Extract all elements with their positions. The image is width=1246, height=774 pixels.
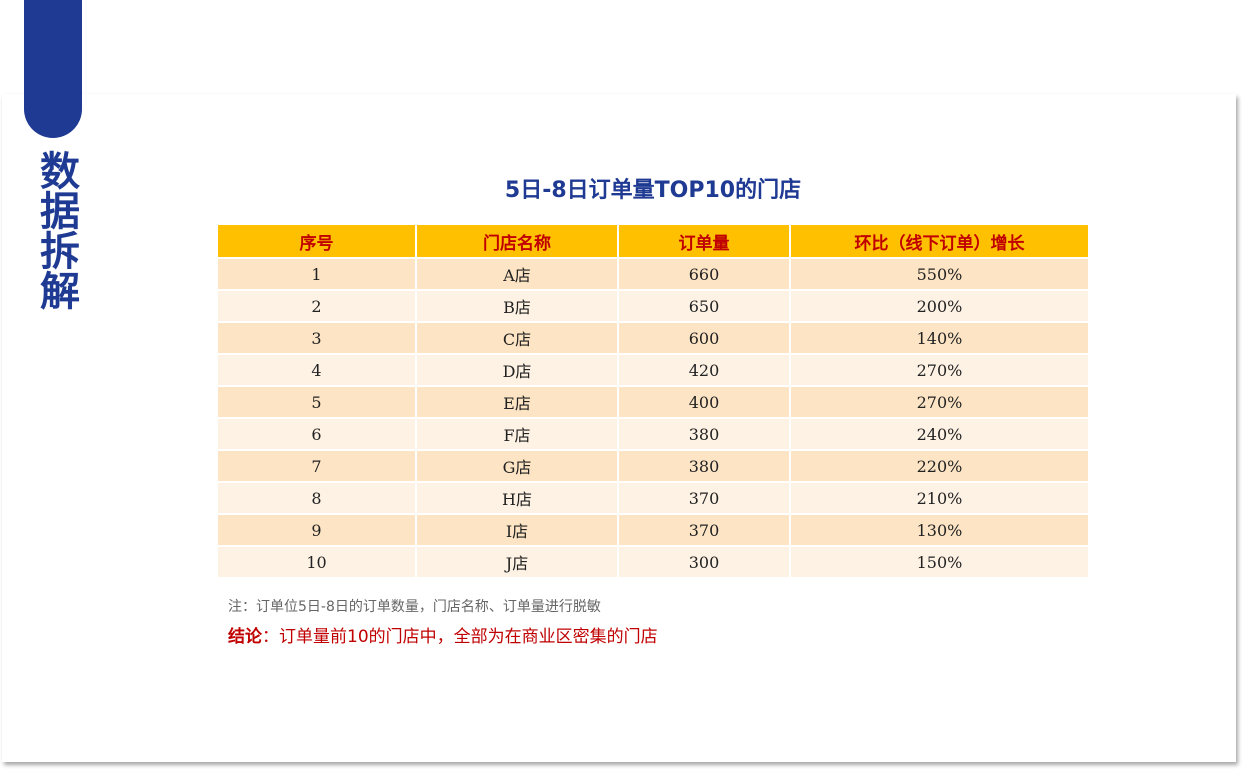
cell-order-count: 300 bbox=[618, 545, 791, 577]
table-row: 8 H店 370 210% bbox=[218, 481, 1088, 514]
table-row: 4 D店 420 270% bbox=[218, 353, 1088, 386]
table-row: 3 C店 600 140% bbox=[218, 321, 1088, 354]
cell-order-count: 370 bbox=[618, 513, 791, 546]
cell-store-name: C店 bbox=[416, 321, 619, 354]
cell-index: 3 bbox=[218, 321, 417, 354]
cell-index: 7 bbox=[218, 449, 417, 482]
cell-growth: 550% bbox=[790, 257, 1088, 290]
cell-order-count: 380 bbox=[618, 417, 791, 450]
store-order-table: 序号 门店名称 订单量 环比（线下订单）增长 1 A店 660 550% 2 B… bbox=[218, 225, 1088, 577]
cell-growth: 130% bbox=[790, 513, 1088, 546]
cell-growth: 220% bbox=[790, 449, 1088, 482]
table-row: 5 E店 400 270% bbox=[218, 385, 1088, 418]
header-order-count: 订单量 bbox=[618, 225, 791, 258]
table-row: 7 G店 380 220% bbox=[218, 449, 1088, 482]
cell-growth: 140% bbox=[790, 321, 1088, 354]
conclusion-text: ：订单量前10的门店中，全部为在商业区密集的门店 bbox=[262, 627, 658, 647]
cell-growth: 210% bbox=[790, 481, 1088, 514]
cell-order-count: 650 bbox=[618, 289, 791, 322]
cell-order-count: 660 bbox=[618, 257, 791, 290]
cell-order-count: 420 bbox=[618, 353, 791, 386]
table-row: 6 F店 380 240% bbox=[218, 417, 1088, 450]
header-store-name: 门店名称 bbox=[416, 225, 619, 258]
cell-store-name: G店 bbox=[416, 449, 619, 482]
cell-growth: 150% bbox=[790, 545, 1088, 577]
cell-store-name: D店 bbox=[416, 353, 619, 386]
cell-index: 1 bbox=[218, 257, 417, 290]
table-row: 1 A店 660 550% bbox=[218, 257, 1088, 290]
cell-store-name: A店 bbox=[416, 257, 619, 290]
side-tab-decoration-bottom bbox=[24, 0, 82, 138]
section-title: 数据拆解 bbox=[33, 150, 79, 310]
table-row: 2 B店 650 200% bbox=[218, 289, 1088, 322]
table-footnote: 注：订单位5日-8日的订单数量，门店名称、订单量进行脱敏 bbox=[228, 599, 601, 615]
cell-growth: 270% bbox=[790, 385, 1088, 418]
table-row: 9 I店 370 130% bbox=[218, 513, 1088, 546]
table-title: 5日-8日订单量TOP10的门店 bbox=[504, 178, 802, 203]
cell-index: 5 bbox=[218, 385, 417, 418]
cell-index: 9 bbox=[218, 513, 417, 546]
conclusion: 结论：订单量前10的门店中，全部为在商业区密集的门店 bbox=[228, 622, 658, 647]
cell-store-name: B店 bbox=[416, 289, 619, 322]
cell-index: 10 bbox=[218, 545, 417, 577]
cell-store-name: I店 bbox=[416, 513, 619, 546]
cell-store-name: J店 bbox=[416, 545, 619, 577]
cell-order-count: 370 bbox=[618, 481, 791, 514]
table-row: 10 J店 300 150% bbox=[218, 545, 1088, 577]
header-index: 序号 bbox=[218, 225, 417, 258]
cell-store-name: F店 bbox=[416, 417, 619, 450]
cell-order-count: 400 bbox=[618, 385, 791, 418]
cell-store-name: E店 bbox=[416, 385, 619, 418]
cell-growth: 240% bbox=[790, 417, 1088, 450]
cell-index: 2 bbox=[218, 289, 417, 322]
conclusion-label: 结论 bbox=[228, 627, 262, 647]
cell-index: 6 bbox=[218, 417, 417, 450]
cell-order-count: 600 bbox=[618, 321, 791, 354]
cell-index: 8 bbox=[218, 481, 417, 514]
cell-growth: 200% bbox=[790, 289, 1088, 322]
cell-order-count: 380 bbox=[618, 449, 791, 482]
cell-growth: 270% bbox=[790, 353, 1088, 386]
header-growth: 环比（线下订单）增长 bbox=[790, 225, 1088, 258]
table-header-row: 序号 门店名称 订单量 环比（线下订单）增长 bbox=[218, 225, 1088, 258]
cell-store-name: H店 bbox=[416, 481, 619, 514]
cell-index: 4 bbox=[218, 353, 417, 386]
